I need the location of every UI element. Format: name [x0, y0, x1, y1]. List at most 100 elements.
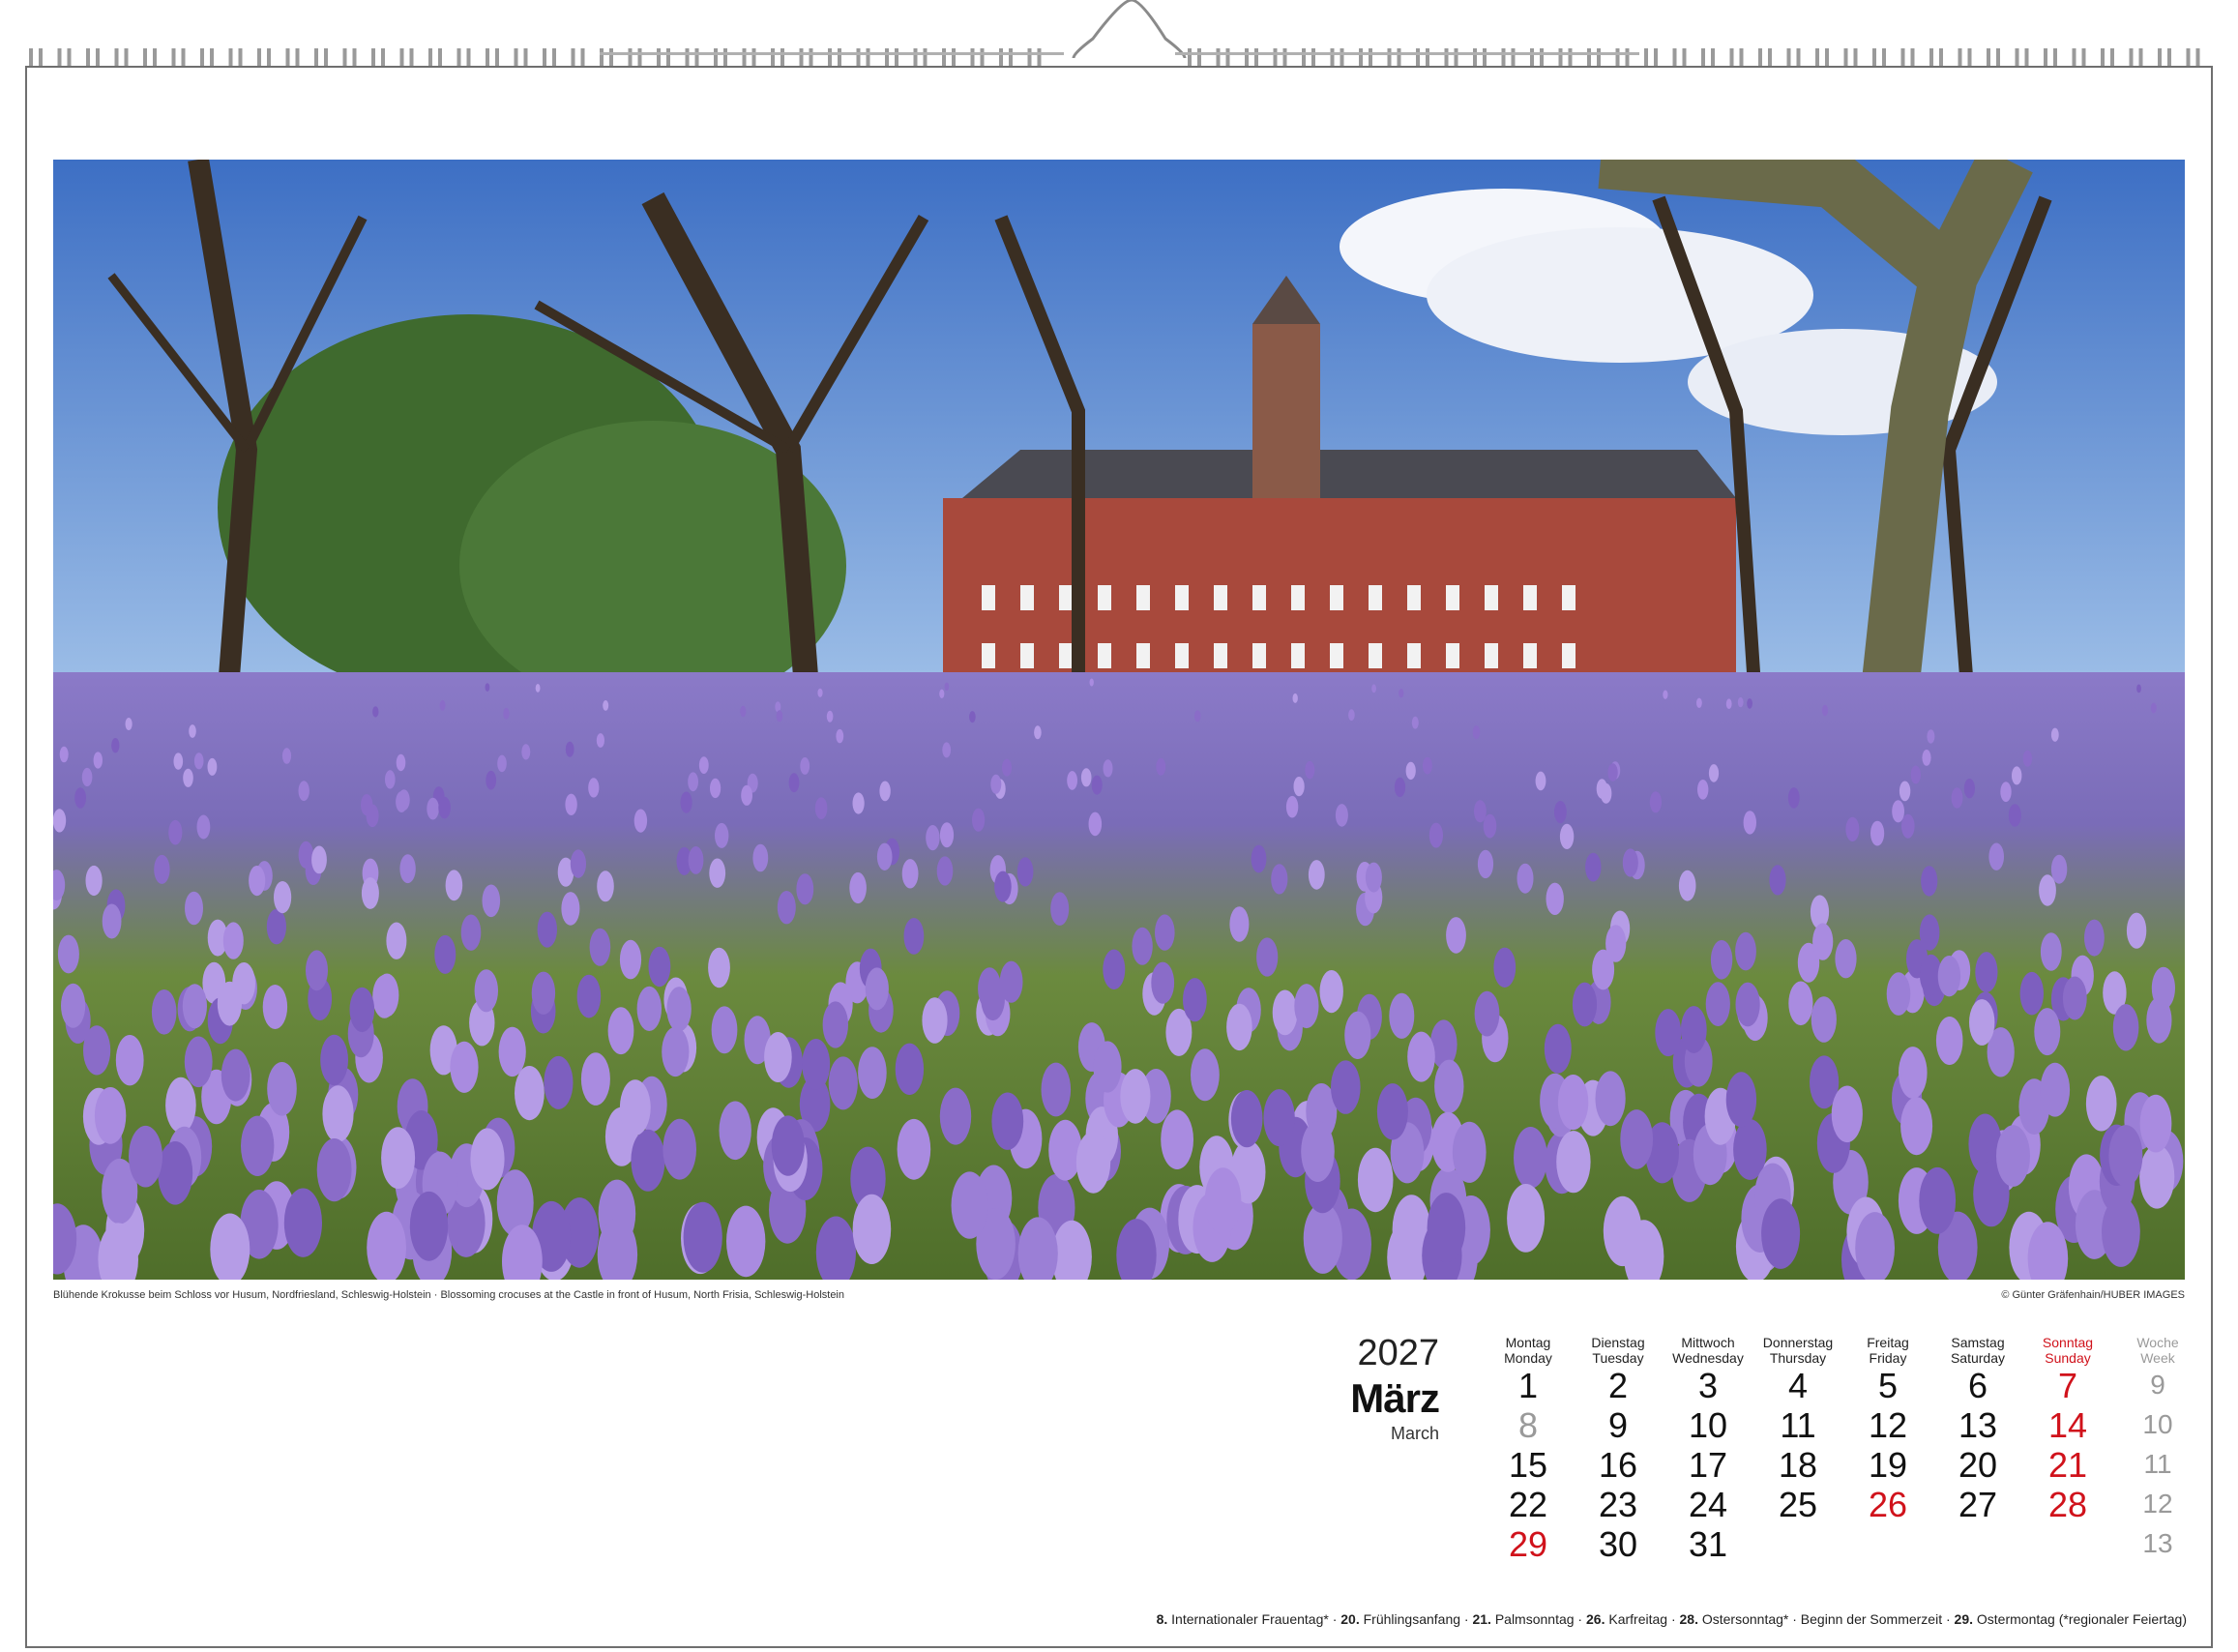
- crocus-flower: [1919, 1166, 1957, 1234]
- crocus-flower: [1735, 931, 1756, 971]
- crocus-flower: [764, 1032, 792, 1082]
- crocus-flower: [666, 987, 692, 1032]
- calendar-day: 24: [1688, 1485, 1728, 1524]
- crocus-flower: [565, 793, 577, 815]
- calendar-day: 6: [1967, 1366, 1988, 1405]
- crocus-flower: [1050, 892, 1070, 926]
- crocus-flower: [1016, 857, 1034, 887]
- crocus-flower: [814, 797, 828, 819]
- crocus-flower: [59, 746, 69, 763]
- crocus-flower: [1910, 765, 1922, 784]
- crocus-flower: [580, 1052, 610, 1106]
- crocus-flower: [662, 1026, 690, 1077]
- crocus-flower: [719, 1101, 751, 1161]
- crocus-flower: [2039, 874, 2056, 906]
- crocus-flower: [1696, 697, 1702, 708]
- crocus-flower: [1922, 750, 1931, 766]
- holiday-name: Palmsonntag ·: [1490, 1611, 1586, 1627]
- crocus-flower: [1572, 982, 1598, 1027]
- crocus-flower: [207, 757, 218, 776]
- year-label: 2027: [1357, 1333, 1439, 1373]
- crocus-flower: [450, 1041, 479, 1093]
- crocus-flower: [372, 706, 379, 718]
- crocus-flower: [496, 1169, 534, 1237]
- crocus-flower: [1230, 1090, 1263, 1148]
- crocus-flower: [372, 975, 397, 1018]
- crocus-flower: [865, 967, 889, 1011]
- crocus-flower: [1554, 801, 1567, 824]
- crocus-flower: [741, 784, 752, 806]
- calendar-day: 31: [1688, 1524, 1728, 1564]
- calendar-day: 5: [1877, 1366, 1899, 1405]
- crocus-flower: [1535, 771, 1546, 791]
- crocus-flower: [1655, 1009, 1682, 1057]
- crocus-flower: [298, 841, 314, 870]
- crocus-flower: [1596, 779, 1607, 799]
- crocus-flower: [922, 997, 948, 1044]
- crocus-flower: [267, 1062, 297, 1116]
- crocus-flower: [858, 1047, 887, 1099]
- crocus-flower: [1335, 804, 1348, 827]
- crocus-flower: [1226, 1003, 1252, 1051]
- crocus-flower: [266, 908, 286, 945]
- crocus-flower: [710, 778, 721, 799]
- crocus-flower: [322, 1085, 354, 1142]
- calendar-day: 2: [1607, 1366, 1629, 1405]
- crocus-flower: [951, 1171, 988, 1239]
- crocus-flower: [1365, 862, 1382, 893]
- weekday-header-sunday: Sonntag Sunday: [2042, 1335, 2094, 1366]
- crocus-flower: [515, 1066, 545, 1121]
- crocus-flower: [196, 814, 211, 840]
- crocus-flower: [897, 1118, 931, 1180]
- crocus-flower: [788, 773, 800, 793]
- crocus-flower: [619, 939, 642, 980]
- crocus-flower: [663, 1118, 696, 1180]
- crocus-flower: [1810, 895, 1830, 929]
- crocus-flower: [876, 842, 893, 870]
- crocus-flower: [221, 1048, 250, 1102]
- crocus-flower: [1407, 1031, 1435, 1082]
- crocus-flower: [817, 688, 823, 697]
- crocus-flower: [1075, 1131, 1111, 1194]
- crocus-flower: [1620, 1109, 1654, 1169]
- crocus-flower: [470, 1128, 505, 1191]
- crocus-flower: [94, 1087, 127, 1144]
- crocus-flower: [1705, 982, 1730, 1026]
- crocus-flower: [852, 1194, 892, 1264]
- crocus-flower: [173, 752, 184, 770]
- crocus-flower: [1423, 756, 1432, 775]
- crocus-flower: [939, 1087, 972, 1145]
- crocus-flower: [1229, 906, 1250, 942]
- crocus-flower: [438, 796, 451, 819]
- crocus-flower: [1697, 780, 1709, 800]
- crocus-flower: [1477, 849, 1494, 879]
- photo-credit: © Günter Gräfenhain/HUBER IMAGES: [2001, 1289, 2185, 1301]
- crocus-flower: [1737, 696, 1744, 708]
- crocus-flower: [852, 792, 865, 814]
- weekday-header-friday: Freitag Friday: [1867, 1335, 1909, 1366]
- crocus-flower: [1585, 852, 1602, 882]
- crocus-flower: [183, 768, 193, 787]
- crocus-flower: [1285, 795, 1299, 818]
- crocus-flower: [1294, 984, 1319, 1029]
- crocus-flower: [771, 1115, 805, 1176]
- hanger-hook: [1072, 0, 1187, 59]
- crocus-flower: [1725, 698, 1732, 709]
- crocus-flower: [2151, 966, 2175, 1010]
- crocus-flower: [2062, 976, 2087, 1020]
- crocus-flower: [1474, 990, 1500, 1037]
- crocus-flower: [1649, 791, 1662, 813]
- holiday-date: 28.: [1679, 1611, 1698, 1627]
- crocus-flower: [1080, 768, 1092, 787]
- calendar-day: 26: [1868, 1485, 1908, 1524]
- crocus-flower: [1041, 1062, 1072, 1117]
- crocus-flower: [474, 969, 498, 1013]
- calendar-day: 4: [1787, 1366, 1809, 1405]
- holiday-date: 21.: [1472, 1611, 1491, 1627]
- crocus-flower: [1256, 937, 1279, 977]
- crocus-flower: [2150, 702, 2157, 714]
- crocus-flower: [969, 711, 976, 723]
- crocus-flower: [1921, 866, 1938, 897]
- crocus-flower: [715, 822, 729, 848]
- crocus-flower: [1319, 970, 1343, 1014]
